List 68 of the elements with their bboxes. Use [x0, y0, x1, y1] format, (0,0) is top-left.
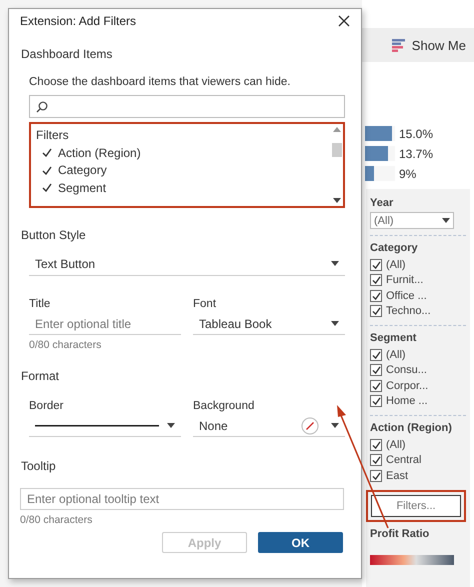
list-item[interactable]: Action (Region) [36, 144, 326, 162]
legend-title: Profit Ratio [370, 528, 430, 540]
scroll-up-icon[interactable] [333, 127, 341, 132]
filter-option: (All) [386, 258, 406, 271]
section-heading: Format [21, 369, 60, 383]
filter-option: Furnit... [386, 274, 424, 286]
section-heading: Button Style [21, 228, 87, 242]
scrollbar-thumb[interactable] [332, 143, 342, 157]
style-dropdown[interactable]: Text Button [29, 252, 345, 276]
scroll-down-icon[interactable] [333, 198, 341, 203]
checkbox[interactable] [370, 290, 382, 302]
caret-icon [167, 423, 175, 428]
ok-button[interactable]: OK [258, 532, 343, 553]
field-label: Border [29, 400, 65, 412]
background-dropdown[interactable]: None [193, 415, 345, 437]
window-title: Extension: Add Filters [20, 14, 136, 28]
list-item[interactable]: Segment [36, 179, 326, 196]
filters-button[interactable]: Filters... [371, 494, 461, 516]
search-field[interactable] [29, 95, 345, 118]
field-label: Font [193, 298, 218, 310]
bar-chart-icon [392, 38, 406, 52]
filter-title: Year [370, 197, 394, 209]
line-style-icon [35, 424, 159, 426]
percent-label: 13.7% [399, 146, 434, 160]
character-counter: 0/80 characters [29, 339, 102, 351]
checkbox[interactable] [370, 454, 382, 466]
filter-option: Home ... [386, 395, 428, 408]
filter-title: Segment [370, 332, 418, 344]
filter-option: East [386, 470, 408, 482]
checkbox[interactable] [370, 305, 382, 318]
section-heading: Tooltip [21, 459, 57, 473]
filter-option: Office ... [386, 290, 427, 302]
filter-option: Central [386, 454, 422, 466]
checkbox[interactable] [370, 274, 382, 286]
checkbox[interactable] [370, 438, 382, 451]
character-counter: 0/80 characters [20, 514, 94, 526]
year-dropdown[interactable]: (All) [370, 212, 454, 229]
caret-icon [331, 321, 339, 326]
filter-option: (All) [386, 348, 406, 361]
filter-title: Action (Region) [370, 422, 453, 434]
filter-option: (All) [386, 438, 406, 451]
tooltip-field[interactable]: Enter optional tooltip text [20, 488, 344, 510]
caret-icon [331, 261, 339, 266]
percent-label: 15.0% [399, 126, 434, 140]
close-icon [337, 14, 351, 28]
caret-icon [442, 218, 450, 223]
checkbox[interactable] [370, 364, 382, 376]
search-icon [36, 100, 48, 112]
section-heading: Dashboard Items [21, 47, 114, 61]
filter-option: Corpor... [386, 380, 428, 392]
checkbox[interactable] [370, 470, 382, 482]
description: Choose the dashboard items that viewers can hide. [29, 76, 292, 88]
checkbox[interactable] [370, 380, 382, 392]
no-color-icon [301, 416, 319, 434]
font-dropdown[interactable]: Tableau Book [193, 313, 345, 335]
list-group-title: Filters [36, 128, 70, 142]
filter-option: Consu... [386, 364, 427, 376]
checkbox[interactable] [370, 348, 382, 361]
percent-label: 9% [399, 166, 416, 180]
checkbox[interactable] [370, 258, 382, 271]
field-label: Background [193, 400, 256, 412]
filter-option: Techno... [386, 305, 431, 318]
list-item[interactable]: Category [36, 162, 326, 179]
checkbox[interactable] [370, 395, 382, 408]
field-label: Title [29, 298, 52, 310]
close-button[interactable] [337, 14, 351, 28]
caret-icon [331, 423, 339, 428]
filter-title: Category [370, 242, 419, 254]
